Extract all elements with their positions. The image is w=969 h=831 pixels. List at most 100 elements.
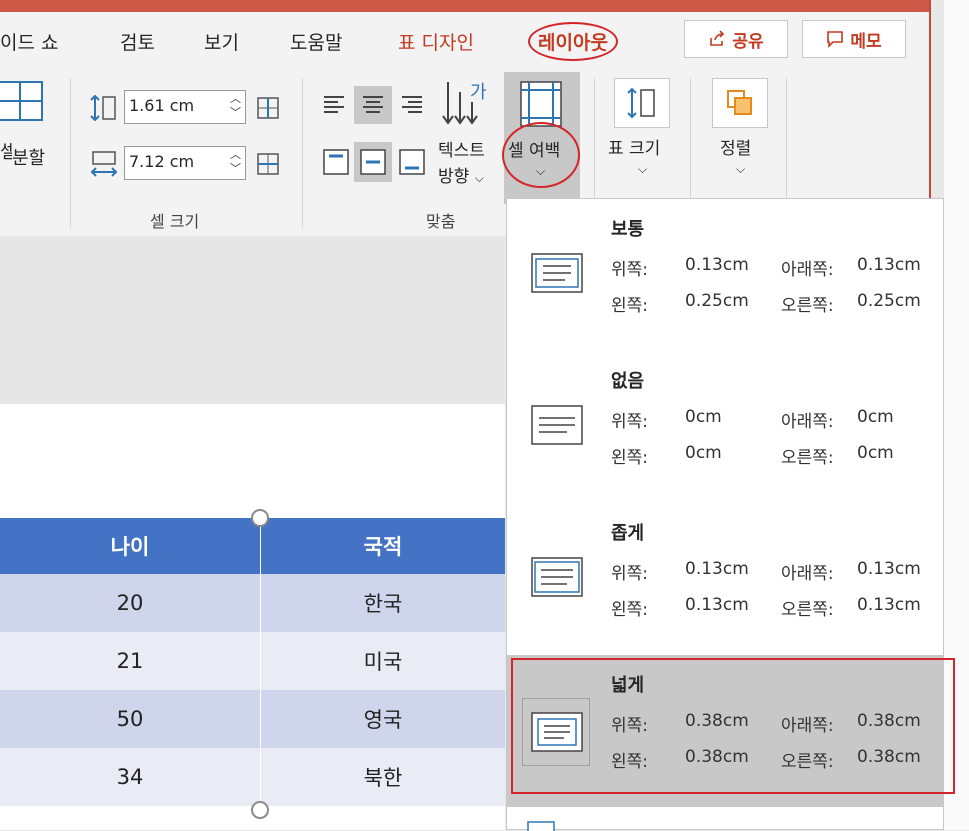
table-row: 34 북한: [0, 748, 505, 806]
margin-option-none[interactable]: 없음 위쪽: 0cm 아래쪽: 0cm 왼쪽: 0cm 오른쪽: 0cm: [507, 351, 943, 503]
align-right-icon[interactable]: [398, 92, 424, 118]
width-input[interactable]: 7.12 cm ︿ ﹀: [124, 146, 246, 180]
text-direction-label-1: 텍스트: [438, 141, 485, 161]
bottom-label: 아래쪽:: [781, 412, 834, 432]
right-label: 오른쪽:: [781, 448, 834, 468]
table-row: 50 영국: [0, 690, 505, 748]
left-value: 0.13cm: [685, 595, 749, 615]
margin-option-normal[interactable]: 보통 위쪽: 0.13cm 아래쪽: 0.13cm 왼쪽: 0.25cm 오른쪽…: [507, 199, 943, 351]
chevron-down-icon: ⌵: [474, 171, 484, 185]
left-label: 왼쪽:: [611, 448, 649, 468]
margin-normal-icon: [531, 253, 583, 293]
table-cell[interactable]: 한국: [260, 574, 505, 632]
group-separator: [70, 78, 71, 228]
option-title: 없음: [611, 371, 645, 392]
left-value: 0.25cm: [685, 291, 749, 311]
split-cells-icon[interactable]: [0, 80, 44, 124]
right-label: 오른쪽:: [781, 296, 834, 316]
distribute-rows-icon[interactable]: [254, 94, 282, 122]
header-nationality[interactable]: 국적: [260, 518, 505, 574]
height-input[interactable]: 1.61 cm ︿ ﹀: [124, 90, 246, 124]
title-bar-strip: [0, 0, 929, 12]
text-direction-icon[interactable]: 가: [440, 78, 496, 134]
table-size-label: 표 크기: [608, 139, 661, 159]
bottom-value: 0.13cm: [857, 559, 921, 579]
top-value: 0.13cm: [685, 559, 749, 579]
table-cell[interactable]: 34: [0, 748, 261, 806]
cell-margins-label: 셀 여백: [508, 141, 561, 161]
table-width-icon: [90, 151, 118, 177]
left-label: 왼쪽:: [611, 296, 649, 316]
table-row: 20 한국: [0, 574, 505, 632]
tab-view[interactable]: 보기: [204, 28, 239, 55]
width-spinner-arrows[interactable]: ︿ ﹀: [230, 148, 241, 176]
right-value: 0.13cm: [857, 595, 921, 615]
wide-option-highlight: [511, 658, 955, 794]
align-left-icon[interactable]: [322, 92, 348, 118]
table-cell[interactable]: 20: [0, 574, 261, 632]
memo-label: 메모: [850, 31, 882, 52]
chevron-down-icon: ⌵: [736, 162, 746, 176]
bottom-label: 아래쪽:: [781, 260, 834, 280]
right-value: 0cm: [857, 443, 894, 463]
margin-option-narrow[interactable]: 좁게 위쪽: 0.13cm 아래쪽: 0.13cm 왼쪽: 0.13cm 오른쪽…: [507, 503, 943, 655]
top-value: 0.13cm: [685, 255, 749, 275]
distribute-columns-icon[interactable]: [254, 150, 282, 178]
arrange-icon: [727, 90, 752, 115]
left-value: 0cm: [685, 443, 722, 463]
bottom-value: 0cm: [857, 407, 894, 427]
height-spinner-arrows[interactable]: ︿ ﹀: [230, 92, 241, 120]
table-cell[interactable]: 영국: [260, 690, 505, 748]
top-label: 위쪽:: [611, 564, 649, 584]
align-group-label: 맞춤: [426, 212, 456, 231]
table-cell[interactable]: 북한: [260, 748, 505, 806]
top-label: 위쪽:: [611, 260, 649, 280]
tab-slideshow[interactable]: 이드 쇼: [0, 28, 58, 55]
tab-table-design[interactable]: 표 디자인: [398, 28, 474, 55]
table-size-button[interactable]: [614, 78, 670, 128]
tab-layout[interactable]: 레이아웃: [528, 22, 618, 61]
group-separator: [302, 78, 303, 228]
right-label: 오른쪽:: [781, 600, 834, 620]
table-cell[interactable]: 미국: [260, 632, 505, 690]
align-bottom-icon[interactable]: [398, 148, 426, 176]
align-center-icon: [363, 96, 383, 113]
bottom-label: 아래쪽:: [781, 564, 834, 584]
tab-help[interactable]: 도움말: [290, 28, 342, 55]
share-button[interactable]: 공유: [684, 20, 788, 58]
share-label: 공유: [732, 31, 764, 52]
tab-review[interactable]: 검토: [120, 28, 155, 55]
text-direction-label-2: 방향 ⌵: [438, 167, 484, 187]
comment-icon: [827, 31, 844, 48]
chevron-down-icon: ⌵: [536, 164, 546, 178]
margin-none-icon: [531, 405, 583, 445]
cell-margins-button[interactable]: 셀 여백 ⌵: [502, 72, 580, 204]
table-cell[interactable]: 50: [0, 690, 261, 748]
split-cells-label: 셀분할: [0, 142, 46, 169]
arrange-button[interactable]: [712, 78, 768, 128]
data-table[interactable]: 나이 국적 20 한국 21 미국 50 영국 34 북한: [0, 518, 505, 806]
margin-narrow-icon: [531, 557, 583, 597]
top-value: 0cm: [685, 407, 722, 427]
header-age[interactable]: 나이: [0, 518, 261, 574]
bottom-value: 0.13cm: [857, 255, 921, 275]
left-label: 왼쪽:: [611, 600, 649, 620]
resize-handle-top[interactable]: [251, 509, 269, 527]
table-header-row: 나이 국적: [0, 518, 505, 574]
align-center-button[interactable]: [354, 86, 392, 124]
memo-button[interactable]: 메모: [802, 20, 906, 58]
svg-text:가: 가: [470, 82, 487, 103]
share-icon: [710, 30, 725, 46]
top-label: 위쪽:: [611, 412, 649, 432]
table-row: 21 미국: [0, 632, 505, 690]
align-top-icon[interactable]: [322, 148, 350, 176]
option-title: 보통: [611, 219, 645, 240]
align-middle-icon: [360, 149, 386, 175]
table-size-icon: [627, 87, 655, 119]
arrange-label: 정렬: [720, 139, 752, 159]
option-title: 좁게: [611, 523, 645, 544]
resize-handle-bottom[interactable]: [251, 801, 269, 819]
align-middle-button[interactable]: [354, 142, 392, 182]
chevron-down-icon: ⌵: [638, 162, 648, 176]
table-cell[interactable]: 21: [0, 632, 261, 690]
